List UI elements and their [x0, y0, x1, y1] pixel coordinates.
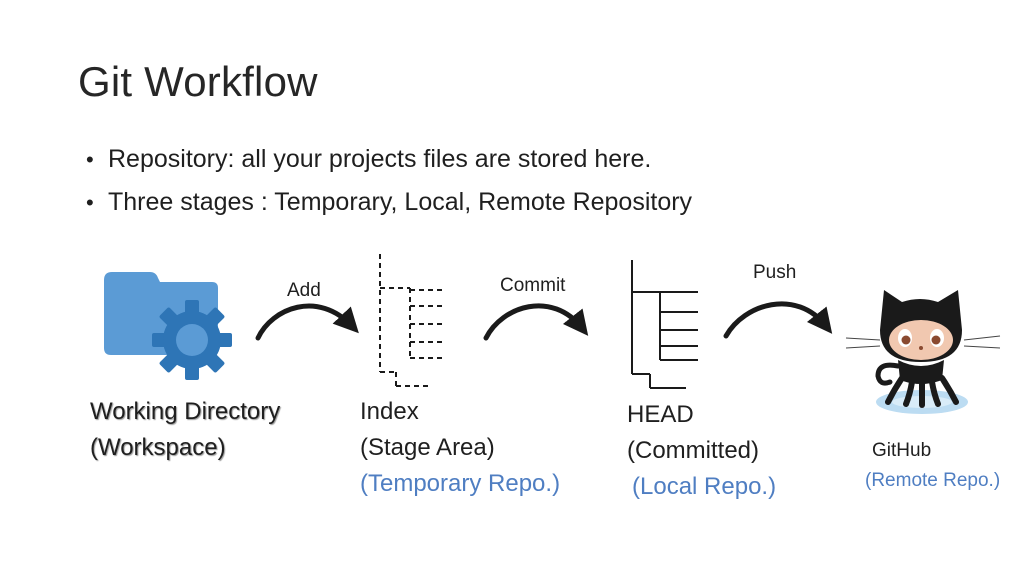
index-subtitle: (Stage Area) [360, 434, 495, 461]
solid-tree-icon [631, 260, 698, 389]
working-directory-label: Working Directory (Workspace) [90, 394, 280, 466]
slide: Git Workflow • Repository: all your proje… [0, 0, 1024, 576]
github-title: GitHub [872, 440, 932, 461]
index-title: Index [360, 398, 419, 425]
head-title: HEAD [627, 401, 694, 428]
github-repo-type: (Remote Repo.) [865, 470, 1001, 491]
working-directory-subtitle: (Workspace) [90, 434, 226, 461]
folder-gear-icon [104, 272, 232, 380]
head-repo-type: (Local Repo.) [632, 473, 777, 500]
commit-arrow [483, 303, 589, 341]
index-repo-type: (Temporary Repo.) [360, 470, 561, 497]
head-subtitle: (Committed) [627, 437, 760, 464]
dashed-tree-icon [379, 254, 446, 387]
index-label: Index (Stage Area) (Temporary Repo.) [360, 394, 560, 502]
push-label: Push [753, 262, 797, 283]
commit-label: Commit [500, 275, 566, 296]
add-label: Add [287, 280, 321, 301]
head-label: HEAD (Committed) (Local Repo.) [627, 397, 776, 505]
push-arrow [723, 301, 833, 339]
working-directory-title: Working Directory [90, 398, 281, 425]
octocat-icon [845, 290, 1001, 414]
add-arrow [255, 303, 359, 341]
